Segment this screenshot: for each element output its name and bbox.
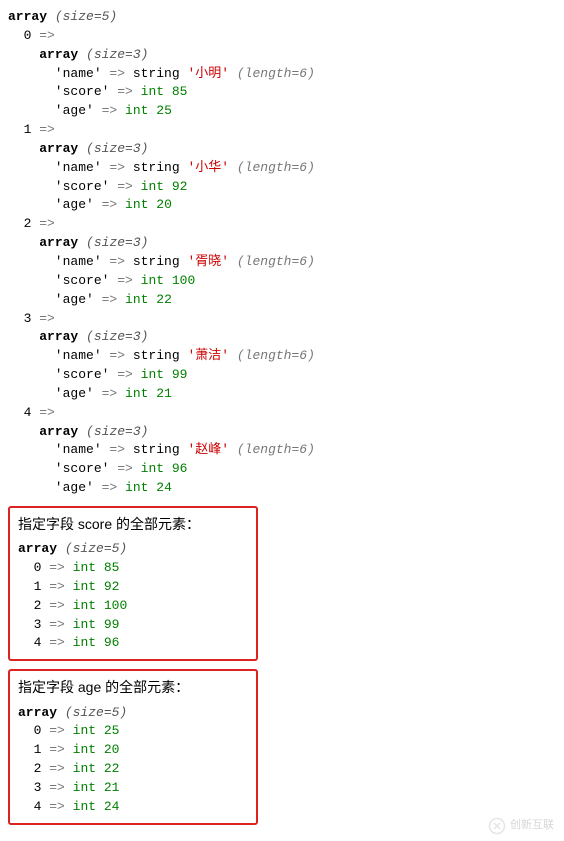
watermark-text: 创新互联: [510, 818, 554, 834]
score-box-label: 指定字段 score 的全部元素：: [18, 514, 248, 534]
age-box-label: 指定字段 age 的全部元素：: [18, 677, 248, 697]
logo-icon: [488, 817, 506, 835]
score-box: 指定字段 score 的全部元素： array (size=5) 0 => in…: [8, 506, 258, 661]
var-dump-output: array (size=5) 0 => array (size=3) 'name…: [8, 8, 556, 498]
age-box: 指定字段 age 的全部元素： array (size=5) 0 => int …: [8, 669, 258, 824]
watermark: 创新互联: [488, 817, 554, 835]
age-dump: array (size=5) 0 => int 25 1 => int 20 2…: [18, 704, 248, 817]
score-dump: array (size=5) 0 => int 85 1 => int 92 2…: [18, 540, 248, 653]
